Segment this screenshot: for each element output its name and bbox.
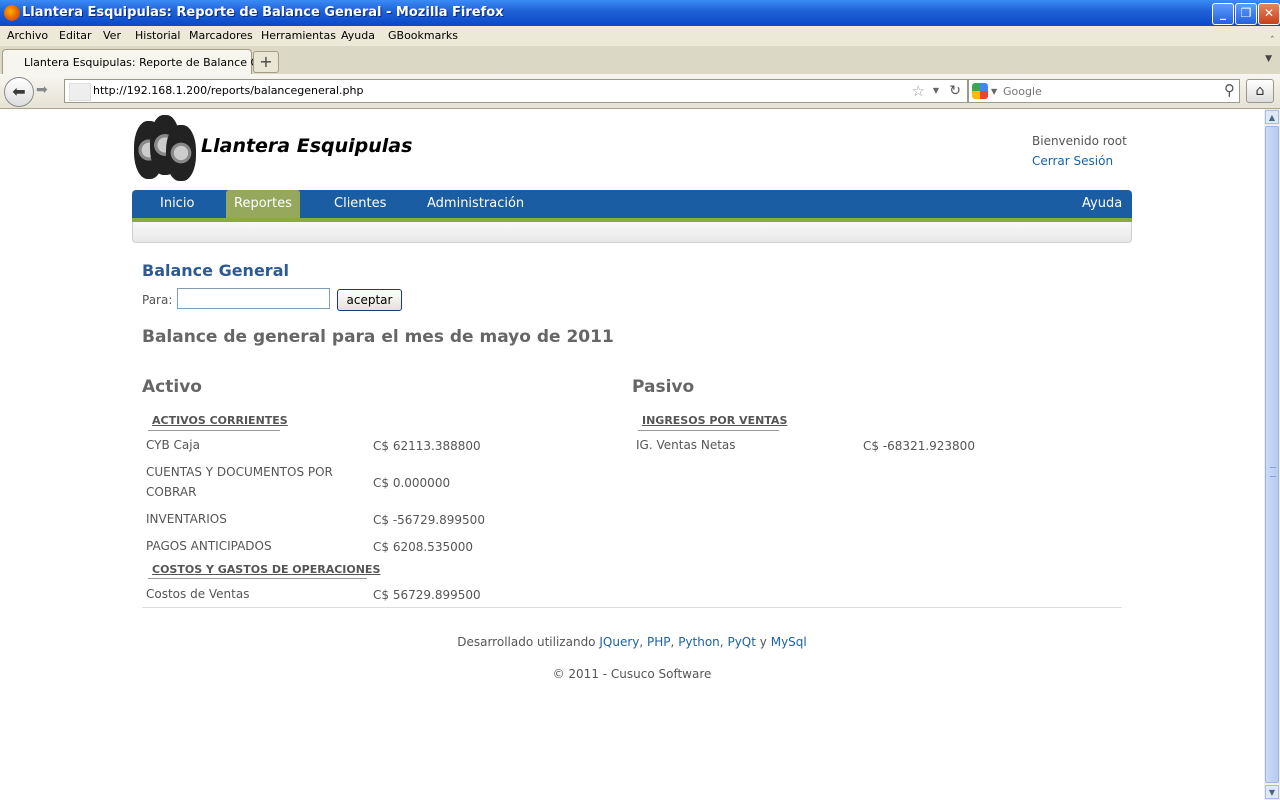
google-engine-icon[interactable] bbox=[972, 83, 988, 99]
account-value: C$ 6208.535000 bbox=[373, 540, 473, 554]
close-button[interactable]: ✕ bbox=[1258, 3, 1280, 25]
section-costos-gastos: COSTOS Y GASTOS DE OPERACIONES bbox=[152, 563, 381, 576]
scroll-up-icon[interactable]: ▲ bbox=[1265, 110, 1279, 124]
menu-editar[interactable]: Editar bbox=[59, 29, 92, 42]
section-divider bbox=[638, 430, 779, 431]
link-jquery[interactable]: JQuery bbox=[599, 635, 639, 649]
account-value: C$ 62113.388800 bbox=[373, 439, 481, 453]
browser-tab-active[interactable]: Llantera Esquipulas: Reporte de Balance … bbox=[2, 49, 276, 75]
section-divider bbox=[148, 430, 280, 431]
account-value: C$ -68321.923800 bbox=[863, 439, 975, 453]
section-ingresos-ventas: INGRESOS POR VENTAS bbox=[642, 414, 788, 427]
maximize-button[interactable]: ❐ bbox=[1235, 3, 1257, 25]
account-value: C$ 0.000000 bbox=[373, 476, 451, 490]
sub-nav-bar bbox=[132, 222, 1132, 243]
nav-inicio[interactable]: Inicio bbox=[160, 196, 194, 211]
section-activos-corrientes: ACTIVOS CORRIENTES bbox=[152, 414, 288, 427]
link-php[interactable]: PHP bbox=[647, 635, 671, 649]
menubar-chevron-icon[interactable]: ‸ bbox=[1271, 27, 1274, 38]
site-identity-icon[interactable] bbox=[69, 83, 91, 101]
scrollbar-thumb[interactable] bbox=[1265, 126, 1279, 783]
menu-bar: Archivo Editar Ver Historial Marcadores … bbox=[0, 26, 1280, 46]
para-date-input[interactable] bbox=[177, 288, 330, 309]
url-bar[interactable]: ☆ ▼ ↻ bbox=[64, 79, 968, 103]
firefox-icon bbox=[4, 5, 20, 21]
url-input[interactable] bbox=[93, 82, 893, 98]
menu-archivo[interactable]: Archivo bbox=[7, 29, 48, 42]
account-name: Costos de Ventas bbox=[146, 587, 250, 601]
page-title: Balance General bbox=[142, 261, 289, 280]
account-value: C$ -56729.899500 bbox=[373, 513, 485, 527]
nav-reportes[interactable]: Reportes bbox=[226, 190, 300, 218]
menu-marcadores[interactable]: Marcadores bbox=[189, 29, 253, 42]
para-label: Para: bbox=[142, 293, 173, 307]
page-viewport: Llantera Esquipulas Bienvenido root Cerr… bbox=[0, 109, 1264, 800]
nav-clientes[interactable]: Clientes bbox=[334, 196, 386, 211]
nav-ayuda[interactable]: Ayuda bbox=[1082, 196, 1122, 211]
footer-credits: Desarrollado utilizando JQuery, PHP, Pyt… bbox=[457, 635, 807, 649]
menu-herramientas[interactable]: Herramientas bbox=[261, 29, 336, 42]
home-button[interactable]: ⌂ bbox=[1246, 79, 1274, 103]
window-title: Llantera Esquipulas: Reporte de Balance … bbox=[22, 5, 504, 20]
reload-icon[interactable]: ↻ bbox=[949, 83, 961, 99]
menu-ver[interactable]: Ver bbox=[103, 29, 121, 42]
footer-copyright: © 2011 - Cusuco Software bbox=[552, 667, 712, 681]
link-python[interactable]: Python bbox=[678, 635, 720, 649]
new-tab-button[interactable]: + bbox=[253, 51, 279, 73]
search-bar[interactable]: ▼ ⚲ bbox=[968, 79, 1240, 103]
account-name: INVENTARIOS bbox=[146, 512, 227, 526]
back-button[interactable]: ⬅ bbox=[4, 77, 34, 107]
account-name: PAGOS ANTICIPADOS bbox=[146, 539, 272, 553]
nav-administracion[interactable]: Administración bbox=[427, 196, 524, 211]
site-title: Llantera Esquipulas bbox=[201, 135, 413, 157]
account-name: CUENTAS Y DOCUMENTOS POR COBRAR bbox=[146, 465, 333, 499]
tires-logo-image bbox=[134, 111, 196, 181]
main-nav: Inicio Reportes Clientes Administración … bbox=[132, 190, 1132, 243]
account-name: CYB Caja bbox=[146, 438, 200, 452]
pasivo-heading: Pasivo bbox=[632, 377, 695, 397]
forward-button[interactable]: ➡ bbox=[36, 82, 48, 98]
link-mysql[interactable]: MySql bbox=[771, 635, 807, 649]
logout-link[interactable]: Cerrar Sesión bbox=[1032, 154, 1113, 168]
url-history-dropdown-icon[interactable]: ▼ bbox=[933, 86, 939, 95]
window-titlebar: Llantera Esquipulas: Reporte de Balance … bbox=[0, 0, 1280, 26]
tab-strip: Llantera Esquipulas: Reporte de Balance … bbox=[0, 46, 1280, 75]
accept-button[interactable]: aceptar bbox=[337, 289, 402, 311]
link-pyqt[interactable]: PyQt bbox=[727, 635, 756, 649]
menu-gbookmarks[interactable]: GBookmarks bbox=[388, 29, 458, 42]
tab-list-icon[interactable]: ▼ bbox=[1265, 54, 1272, 64]
tab-title: Llantera Esquipulas: Reporte de Balance … bbox=[24, 56, 277, 69]
navigation-toolbar: ⬅ ➡ ☆ ▼ ↻ ▼ ⚲ ⌂ bbox=[0, 74, 1280, 109]
activo-heading: Activo bbox=[142, 377, 202, 397]
menu-ayuda[interactable]: Ayuda bbox=[341, 29, 375, 42]
minimize-button[interactable]: _ bbox=[1212, 3, 1234, 25]
search-engine-dropdown-icon[interactable]: ▼ bbox=[991, 87, 997, 96]
menu-historial[interactable]: Historial bbox=[135, 29, 180, 42]
footer-developed-text: Desarrollado utilizando bbox=[457, 635, 596, 649]
account-value: C$ 56729.899500 bbox=[373, 588, 481, 602]
bookmark-star-icon[interactable]: ☆ bbox=[912, 82, 925, 100]
report-title: Balance de general para el mes de mayo d… bbox=[142, 327, 614, 347]
scroll-down-icon[interactable]: ▼ bbox=[1265, 785, 1279, 799]
search-icon[interactable]: ⚲ bbox=[1224, 81, 1235, 99]
footer-divider bbox=[142, 607, 1122, 608]
vertical-scrollbar[interactable]: ▲ ▼ bbox=[1264, 109, 1280, 800]
nav-reportes-label: Reportes bbox=[234, 196, 292, 211]
welcome-text: Bienvenido root bbox=[1032, 134, 1127, 148]
section-divider bbox=[148, 578, 367, 579]
search-input[interactable] bbox=[1003, 83, 1208, 99]
account-name: IG. Ventas Netas bbox=[636, 438, 736, 452]
